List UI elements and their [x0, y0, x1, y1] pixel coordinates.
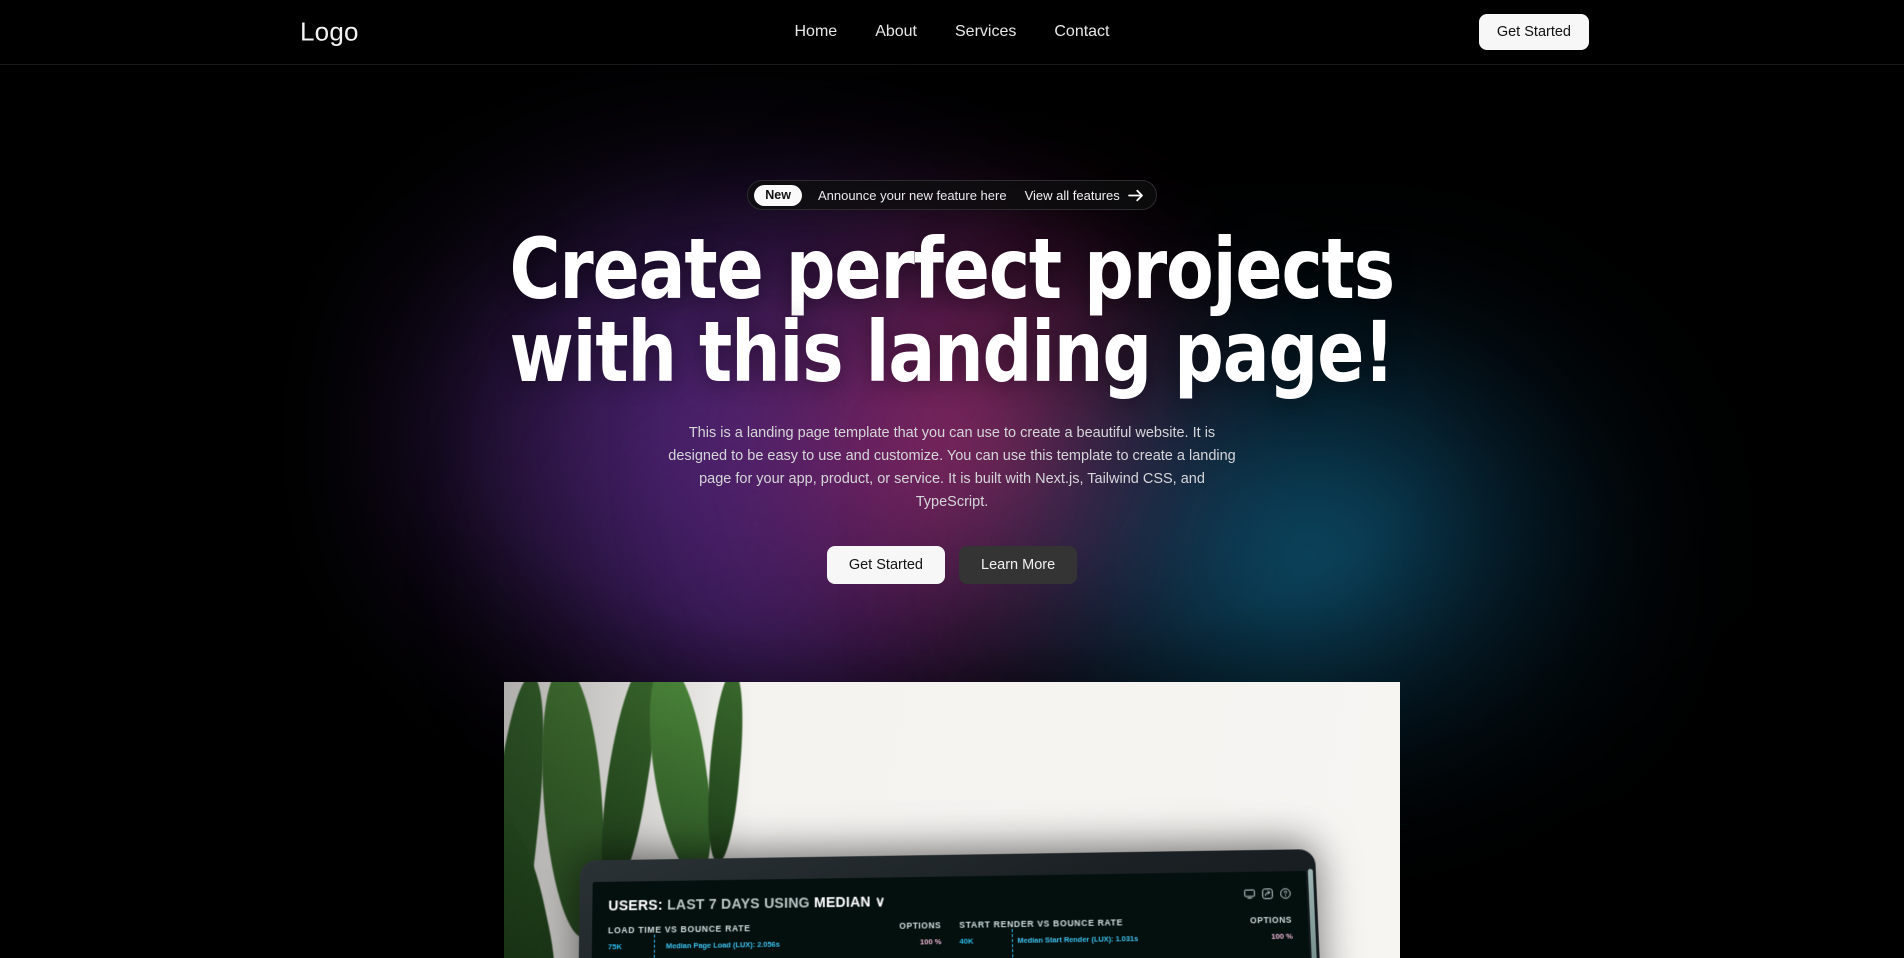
- nav-link-about[interactable]: About: [875, 23, 917, 41]
- y2-axis-top-label: 100 %: [1271, 931, 1293, 941]
- navbar-get-started-button[interactable]: Get Started: [1478, 14, 1589, 50]
- dashboard-title-range: LAST 7 DAYS: [667, 894, 760, 913]
- nav-link-home[interactable]: Home: [795, 23, 838, 41]
- dashboard-icon-group: [1244, 886, 1292, 905]
- nav-link-contact[interactable]: Contact: [1054, 23, 1109, 41]
- median-gridline: [653, 934, 656, 958]
- panel-title: START RENDER VS BOUNCE RATE: [959, 917, 1124, 930]
- chevron-down-icon[interactable]: ∨: [875, 893, 886, 909]
- median-annotation: Median Page Load (LUX): 2.056s: [665, 939, 780, 951]
- dashboard-title[interactable]: USERS: LAST 7 DAYS USING MEDIAN ∨: [608, 893, 885, 914]
- nav-links: Home About Services Contact: [795, 23, 1110, 41]
- panel-options-button[interactable]: OPTIONS: [1250, 915, 1292, 926]
- hero-product-image: USERS: LAST 7 DAYS USING MEDIAN ∨ LOAD T…: [504, 682, 1400, 958]
- y-axis-top-label: 40K: [959, 936, 974, 946]
- analytics-dashboard: USERS: LAST 7 DAYS USING MEDIAN ∨ LOAD T…: [590, 870, 1313, 958]
- hero-learn-more-button[interactable]: Learn More: [959, 546, 1078, 585]
- panel-axis-row: 40K Median Start Render (LUX): 1.031s 10…: [959, 932, 1293, 951]
- landing-page: Logo Home About Services Contact Get Sta…: [0, 0, 1904, 958]
- navbar: Logo Home About Services Contact Get Sta…: [0, 0, 1904, 65]
- panel-axis-row: 75K Median Page Load (LUX): 2.056s 100 %: [608, 937, 942, 956]
- announcement-text: Announce your new feature here: [817, 187, 1007, 203]
- dashboard-title-users: USERS:: [608, 896, 663, 914]
- hero-paragraph: This is a landing page template that you…: [668, 425, 1236, 511]
- dashboard-title-metric: MEDIAN: [813, 893, 871, 910]
- share-icon[interactable]: [1262, 886, 1274, 904]
- dashboard-title-using: USING: [764, 894, 810, 911]
- panel-options-button[interactable]: OPTIONS: [899, 920, 941, 931]
- dashboard-panels: LOAD TIME VS BOUNCE RATE OPTIONS 75K Med…: [607, 915, 1297, 958]
- panel-header: START RENDER VS BOUNCE RATE OPTIONS: [959, 915, 1292, 930]
- panel-title: LOAD TIME VS BOUNCE RATE: [608, 923, 751, 936]
- y2-axis-top-label: 100 %: [919, 937, 942, 947]
- dashboard-header: USERS: LAST 7 DAYS USING MEDIAN ∨: [608, 883, 1291, 917]
- announcement-pill[interactable]: New Announce your new feature here View …: [747, 180, 1157, 210]
- headline-line-2: with this landing page!: [509, 303, 1395, 402]
- panel-start-render-vs-bounce-rate: START RENDER VS BOUNCE RATE OPTIONS 40K …: [959, 915, 1297, 958]
- laptop-device: USERS: LAST 7 DAYS USING MEDIAN ∨ LOAD T…: [577, 849, 1323, 958]
- hero-get-started-button[interactable]: Get Started: [826, 546, 945, 585]
- panel-header: LOAD TIME VS BOUNCE RATE OPTIONS: [608, 920, 941, 935]
- announcement-new-badge: New: [754, 184, 802, 206]
- view-all-features-link[interactable]: View all features: [1025, 188, 1120, 203]
- nav-link-services[interactable]: Services: [955, 23, 1016, 41]
- help-icon[interactable]: [1280, 886, 1292, 904]
- y-axis-top-label: 75K: [607, 942, 622, 952]
- median-annotation: Median Start Render (LUX): 1.031s: [1017, 934, 1139, 945]
- arrow-right-icon: [1127, 189, 1144, 202]
- laptop-screen: USERS: LAST 7 DAYS USING MEDIAN ∨ LOAD T…: [590, 870, 1313, 958]
- logo[interactable]: Logo: [300, 17, 359, 48]
- hero-cta-row: Get Started Learn More: [826, 546, 1078, 585]
- page-title: Create perfect projects with this landin…: [509, 227, 1396, 402]
- hero-section: New Announce your new feature here View …: [0, 65, 1904, 958]
- panel-load-time-vs-bounce-rate: LOAD TIME VS BOUNCE RATE OPTIONS 75K Med…: [607, 920, 943, 958]
- desktop-icon[interactable]: [1244, 887, 1256, 905]
